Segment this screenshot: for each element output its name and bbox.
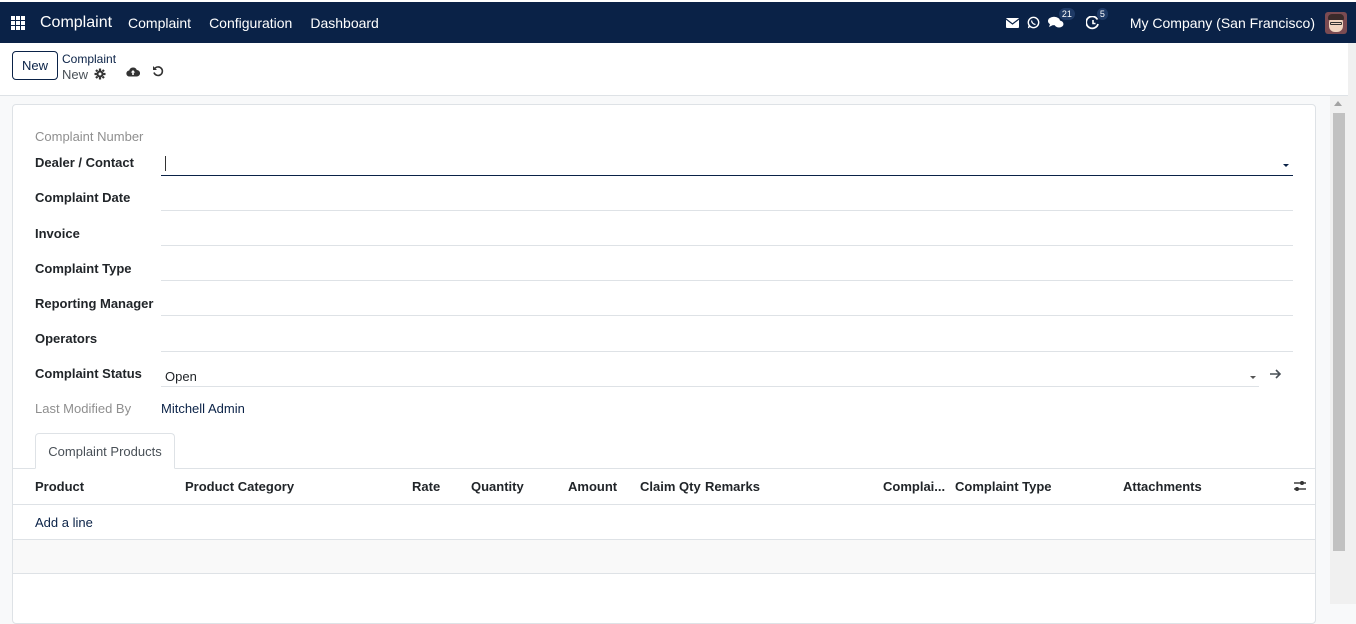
tab-complaint-products[interactable]: Complaint Products — [35, 433, 175, 469]
complaint-status-dropdown-icon[interactable] — [1250, 376, 1256, 379]
envelope-icon[interactable] — [1005, 17, 1019, 28]
user-avatar[interactable] — [1325, 11, 1347, 34]
last-modified-by-value[interactable]: Mitchell Admin — [161, 401, 245, 416]
control-panel: New Complaint New — [0, 43, 1348, 96]
dealer-contact-input[interactable] — [161, 154, 1293, 176]
table-empty-row — [13, 540, 1315, 573]
activity-count-badge: 5 — [1096, 7, 1108, 20]
menu-dashboard[interactable]: Dashboard — [310, 15, 379, 31]
scrollbar-thumb[interactable] — [1333, 113, 1345, 551]
vertical-scrollbar[interactable] — [1330, 96, 1348, 604]
dealer-contact-label: Dealer / Contact — [35, 155, 134, 170]
clock-activity-icon[interactable]: 5 — [1085, 7, 1108, 30]
undo-icon[interactable] — [152, 65, 164, 80]
complaint-date-label: Complaint Date — [35, 190, 131, 205]
discuss-count-badge: 21 — [1058, 8, 1075, 20]
column-header-remarks[interactable]: Remarks — [705, 479, 760, 494]
optional-columns-toggle-icon[interactable] — [1293, 479, 1307, 496]
top-navbar: Complaint Complaint Configuration Dashbo… — [0, 2, 1356, 43]
column-header-attachments[interactable]: Attachments — [1123, 479, 1202, 494]
column-header-claim-qty[interactable]: Claim Qty — [640, 479, 701, 494]
reporting-manager-label: Reporting Manager — [35, 296, 154, 311]
complaint-type-label: Complaint Type — [35, 261, 132, 276]
gear-icon[interactable] — [94, 68, 106, 83]
complaint-status-label: Complaint Status — [35, 366, 142, 381]
form-sheet: Complaint Number Dealer / Contact Compla… — [12, 104, 1316, 624]
navbar-systray: 21 5 My Company (San Francisco) — [1005, 2, 1356, 43]
new-button[interactable]: New — [12, 51, 58, 80]
page-edge — [1348, 43, 1356, 604]
invoice-input[interactable] — [161, 224, 1293, 246]
cloud-upload-icon[interactable] — [126, 65, 141, 80]
breadcrumb-parent[interactable]: Complaint — [62, 52, 116, 66]
table-footer-divider — [13, 573, 1315, 574]
complaint-status-value: Open — [165, 369, 197, 384]
column-header-quantity[interactable]: Quantity — [471, 479, 524, 494]
column-header-rate[interactable]: Rate — [412, 479, 440, 494]
breadcrumb-current: New — [62, 67, 89, 82]
column-header-product-category[interactable]: Product Category — [185, 479, 294, 494]
column-header-product[interactable]: Product — [35, 479, 84, 494]
add-a-line-link[interactable]: Add a line — [35, 515, 93, 530]
apps-grid-icon[interactable] — [11, 15, 27, 30]
reporting-manager-input[interactable] — [161, 294, 1293, 316]
last-modified-by-label: Last Modified By — [35, 401, 132, 416]
table-header-divider — [13, 504, 1315, 505]
menu-configuration[interactable]: Configuration — [209, 15, 292, 31]
column-header-amount[interactable]: Amount — [568, 479, 617, 494]
column-header-complaint[interactable]: Complai... — [883, 479, 945, 494]
app-name[interactable]: Complaint — [40, 14, 112, 32]
column-header-complaint-type[interactable]: Complaint Type — [955, 479, 1052, 494]
complaint-number-label: Complaint Number — [35, 129, 144, 144]
whatsapp-icon[interactable] — [1027, 16, 1040, 29]
menu-complaint[interactable]: Complaint — [128, 15, 191, 31]
internal-link-arrow-icon[interactable] — [1270, 367, 1282, 382]
chat-bubbles-icon[interactable]: 21 — [1047, 8, 1075, 29]
text-cursor — [165, 156, 166, 171]
operators-input[interactable] — [161, 330, 1293, 352]
scroll-up-arrow-icon[interactable] — [1334, 101, 1342, 106]
tab-divider — [13, 468, 1315, 469]
dealer-contact-dropdown-icon[interactable] — [1283, 164, 1289, 167]
complaint-status-select[interactable]: Open — [161, 365, 1259, 387]
invoice-label: Invoice — [35, 226, 80, 241]
operators-label: Operators — [35, 331, 98, 346]
company-switcher[interactable]: My Company (San Francisco) — [1130, 15, 1315, 31]
complaint-type-input[interactable] — [161, 259, 1293, 281]
complaint-date-input[interactable] — [161, 189, 1293, 211]
